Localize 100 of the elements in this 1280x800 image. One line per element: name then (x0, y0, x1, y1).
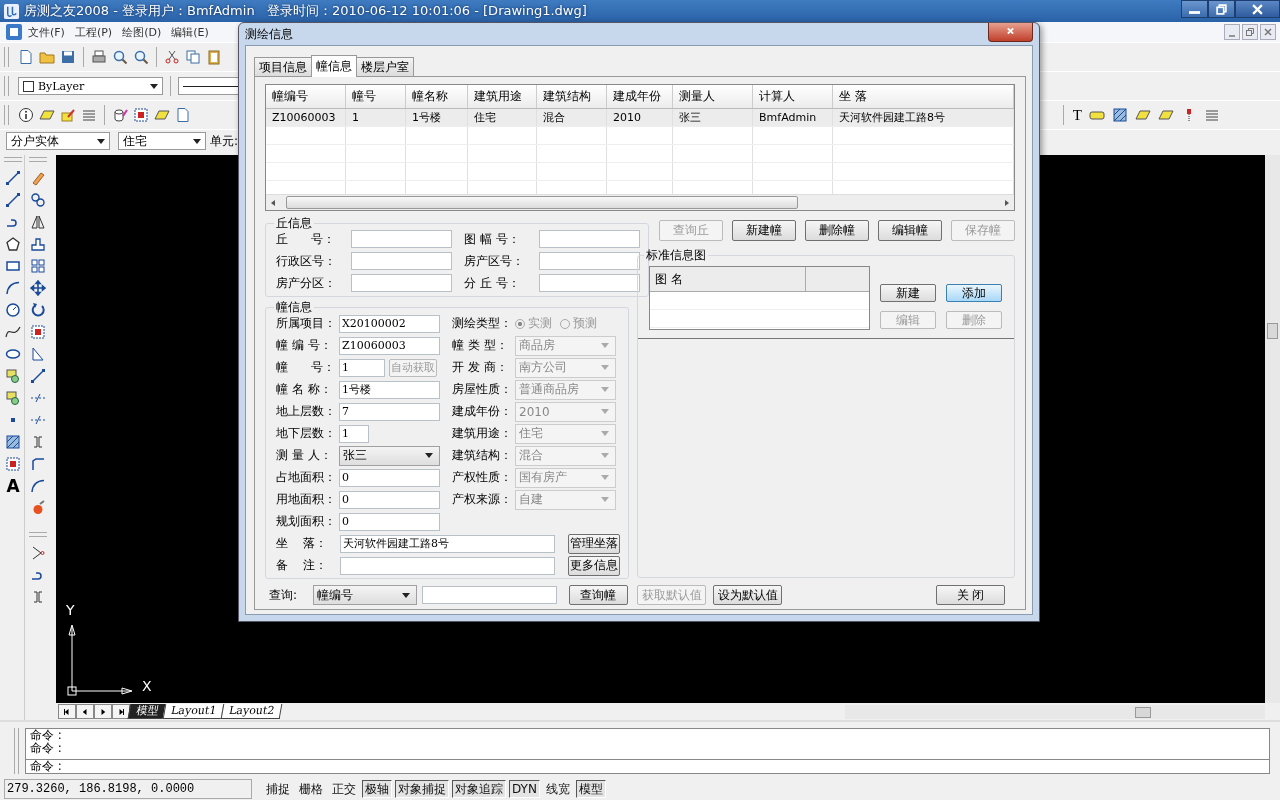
tab[interactable]: 楼层户室 (356, 57, 414, 76)
close-button[interactable] (988, 23, 1033, 42)
stamp-icon[interactable] (30, 236, 46, 252)
layer-dropdown[interactable]: ByLayer (18, 77, 163, 95)
status-toggle[interactable]: 正交 (329, 780, 359, 798)
layout-tab[interactable]: Layout1 (162, 704, 225, 719)
footer-button[interactable]: 设为默认值 (713, 585, 782, 605)
rectangle-icon[interactable] (5, 258, 21, 274)
restore-button[interactable] (1208, 0, 1235, 18)
query-field[interactable] (421, 586, 557, 604)
layers-icon[interactable] (39, 107, 55, 123)
input-field[interactable]: 1号楼 (339, 380, 440, 399)
input-field[interactable]: Z10060003 (339, 336, 440, 355)
more-info-button[interactable]: 更多信息 (568, 555, 620, 576)
menu-item[interactable]: 绘图(D) (118, 24, 166, 40)
column-header[interactable]: 幢编号 (266, 85, 346, 108)
magnifier-icon[interactable] (112, 49, 128, 65)
list-action-button[interactable]: 新建 (880, 284, 936, 302)
shapes-icon[interactable] (5, 368, 21, 384)
layout-tab[interactable]: 模型 (127, 704, 167, 719)
document-icon[interactable] (6, 24, 22, 40)
action-button[interactable]: 编辑幢 (878, 220, 942, 241)
column-header[interactable]: 建筑用途 (468, 85, 537, 108)
footer-button[interactable]: 关 闭 (936, 585, 1005, 605)
close-button[interactable] (1235, 0, 1280, 18)
status-toggle[interactable]: 模型 (575, 780, 606, 798)
menu-item[interactable]: 文件(F) (24, 24, 69, 40)
input-field[interactable]: 1 (339, 424, 369, 443)
circle-icon[interactable] (5, 302, 21, 318)
corner-icon[interactable] (30, 456, 46, 472)
input-field[interactable] (539, 274, 640, 292)
status-toggle[interactable]: DYN (509, 780, 540, 798)
status-toggle[interactable]: 栅格 (296, 780, 326, 798)
layers-icon[interactable] (154, 107, 170, 123)
mirror-icon[interactable] (30, 214, 46, 230)
input-field[interactable]: 天河软件园建工路8号 (340, 534, 555, 553)
hatch-icon[interactable] (1112, 107, 1128, 123)
input-field[interactable]: 1 (339, 358, 385, 377)
stripes-icon[interactable] (1204, 107, 1220, 123)
angle-icon[interactable] (30, 545, 46, 561)
action-button[interactable]: 新建幢 (732, 220, 796, 241)
status-toggle[interactable]: 对象追踪 (452, 780, 506, 798)
rotate-icon[interactable] (30, 302, 46, 318)
hatch-icon[interactable] (5, 434, 21, 450)
polygon-icon[interactable] (5, 236, 21, 252)
column-header[interactable]: 建成年份 (607, 85, 673, 108)
copy-icon[interactable] (185, 49, 201, 65)
cylinder-icon[interactable] (112, 107, 128, 123)
ellipse-icon[interactable] (5, 346, 21, 362)
column-header[interactable]: 建筑结构 (537, 85, 607, 108)
column-header[interactable]: 幢名称 (406, 85, 468, 108)
arc-icon[interactable] (30, 478, 46, 494)
input-field[interactable]: 0 (339, 490, 440, 509)
right-arrow-icon[interactable] (1005, 199, 1009, 206)
stripes-icon[interactable] (81, 107, 97, 123)
layers-icon[interactable] (1158, 107, 1174, 123)
clipboard-icon[interactable] (206, 49, 222, 65)
tab-nav-button[interactable] (76, 704, 94, 719)
text-tool[interactable]: A (6, 478, 20, 494)
tab-nav-button[interactable] (58, 704, 76, 719)
entity-dropdown[interactable]: 分户实体 (6, 132, 110, 150)
vertical-scrollbar[interactable] (1265, 155, 1280, 703)
status-toggle[interactable]: 极轴 (362, 780, 392, 798)
frame-icon[interactable] (5, 456, 21, 472)
tab-nav-button[interactable] (112, 704, 130, 719)
column-header[interactable]: 计算人 (753, 85, 833, 108)
input-field[interactable]: X20100002 (339, 314, 440, 333)
folder-icon[interactable] (39, 49, 55, 65)
link-icon[interactable] (30, 192, 46, 208)
tab[interactable]: 项目信息 (254, 57, 312, 76)
input-field[interactable] (351, 274, 452, 292)
line-icon[interactable] (30, 368, 46, 384)
input-field[interactable] (539, 252, 640, 270)
column-header[interactable]: 测量人 (673, 85, 753, 108)
action-button[interactable]: 删除幢 (805, 220, 869, 241)
menu-item[interactable]: 工程(P) (70, 24, 117, 40)
layout-tab[interactable]: Layout2 (220, 704, 283, 719)
use-dropdown[interactable]: 住宅 (118, 132, 206, 150)
column-header[interactable]: 坐 落 (833, 85, 1014, 108)
magnifier-icon[interactable] (133, 49, 149, 65)
frame-icon[interactable] (30, 324, 46, 340)
input-field[interactable]: 0 (339, 468, 440, 487)
eraser-icon[interactable] (30, 170, 46, 186)
pencil-icon[interactable] (60, 107, 76, 123)
save-icon[interactable] (60, 49, 76, 65)
move-icon[interactable] (30, 280, 46, 296)
command-window[interactable]: 命令 : 命令 : 命令 : (25, 728, 1270, 774)
layers-icon[interactable] (1135, 107, 1151, 123)
document-icon[interactable] (18, 49, 34, 65)
dropdown[interactable]: 张三 (339, 445, 440, 466)
manage-address-button[interactable]: 管理坐落 (568, 533, 620, 554)
horizontal-scrollbar[interactable] (266, 194, 1014, 210)
info-icon[interactable] (18, 107, 34, 123)
printer-icon[interactable] (91, 49, 107, 65)
horizontal-scrollbar[interactable] (845, 704, 1265, 719)
grid-icon[interactable] (30, 258, 46, 274)
tab-nav-button[interactable] (94, 704, 112, 719)
query-dropdown[interactable]: 幢编号 (312, 585, 417, 605)
status-toggle[interactable]: 对象捕捉 (395, 780, 449, 798)
shapes-icon[interactable] (5, 390, 21, 406)
